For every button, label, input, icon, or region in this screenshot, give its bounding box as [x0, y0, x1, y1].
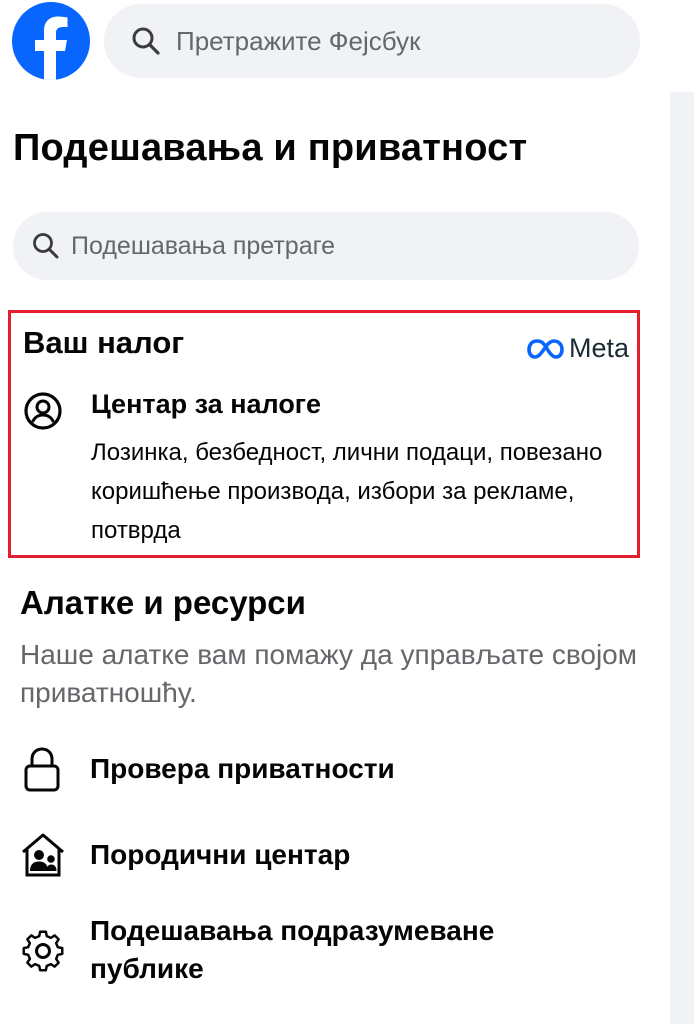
settings-panel: Подешавања и приватност Подешавања претр… [0, 92, 670, 1024]
family-center-item[interactable]: Породични центар [18, 826, 638, 896]
settings-search-input[interactable]: Подешавања претраге [13, 212, 639, 280]
facebook-logo-icon[interactable] [12, 2, 90, 80]
facebook-search-input[interactable]: Претражите Фејсбук [104, 4, 640, 78]
accounts-center-link[interactable]: Центар за налоге [91, 389, 321, 420]
search-placeholder: Претражите Фејсбук [176, 25, 421, 56]
accounts-center-description: Лозинка, безбедност, лични подаци, повез… [91, 439, 603, 544]
meta-logo: Meta [527, 333, 629, 364]
settings-search-placeholder: Подешавања претраге [71, 231, 336, 260]
gear-icon [22, 930, 64, 972]
lock-icon [24, 747, 60, 792]
account-circle-icon [24, 392, 62, 430]
top-navigation-bar: Претражите Фејсбук [0, 0, 694, 92]
privacy-checkup-label: Провера приватности [90, 753, 395, 784]
default-audience-settings-item[interactable]: Подешавања подразумеване публике [18, 912, 638, 992]
family-home-icon [22, 833, 64, 877]
search-icon [33, 233, 59, 259]
page-title: Подешавања и приватност [13, 127, 528, 169]
privacy-checkup-item[interactable]: Провера приватности [18, 740, 638, 810]
search-icon [132, 27, 160, 55]
tools-section-heading: Алатке и ресурси [20, 584, 306, 621]
family-center-label: Породични центар [90, 839, 351, 870]
meta-brand-text: Meta [568, 333, 629, 363]
section-heading: Ваш налог [23, 325, 185, 360]
default-audience-settings-label: Подешавања подразумеване публике [90, 915, 495, 984]
your-account-section: Ваш налог Meta Центар за налоге Лозинка,… [8, 310, 640, 558]
tools-section-description: Наше алатке вам помажу да управљате свој… [20, 639, 637, 708]
meta-infinity-icon [527, 338, 564, 359]
scrollbar-track[interactable] [670, 92, 694, 1024]
